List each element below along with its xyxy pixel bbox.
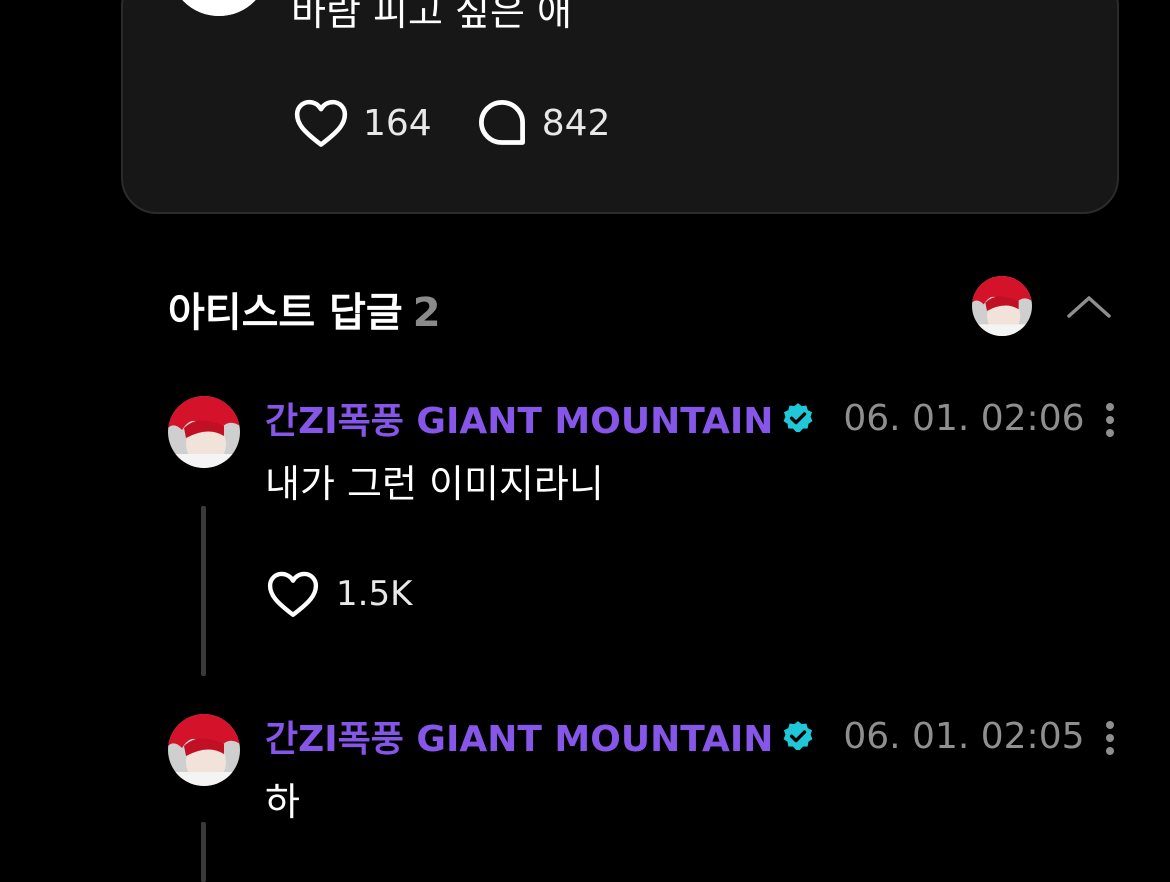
- verified-badge-icon: [781, 719, 815, 753]
- reply-like-button[interactable]: 1.5K: [266, 570, 412, 618]
- artist-replies-header: 아티스트 답글 2: [168, 276, 1118, 336]
- reply-header: 간ZI폭풍 GIANT MOUNTAIN 06. 01. 02:06: [265, 396, 1085, 443]
- post-text: 바람 피고 싶은 애: [291, 0, 572, 34]
- verified-badge-icon: [781, 401, 815, 435]
- reply-like-count: 1.5K: [336, 574, 413, 614]
- artist-avatar[interactable]: [972, 276, 1032, 336]
- post-comment-count: 842: [541, 102, 611, 144]
- artist-reply: 간ZI폭풍 GIANT MOUNTAIN 06. 01. 02:05 하: [168, 714, 1128, 854]
- reply-header: 간ZI폭풍 GIANT MOUNTAIN 06. 01. 02:05: [265, 714, 1085, 761]
- post-author-avatar[interactable]: [169, 0, 269, 16]
- reply-timestamp: 06. 01. 02:06: [843, 397, 1085, 439]
- reply-timestamp: 06. 01. 02:05: [843, 715, 1085, 757]
- reply-more-button[interactable]: [1098, 718, 1122, 758]
- post-comment-button[interactable]: 842: [476, 98, 611, 148]
- vertical-ellipsis-icon: [1106, 721, 1114, 755]
- artist-replies-count: 2: [412, 290, 441, 336]
- reply-text: 내가 그런 이미지라니: [265, 462, 604, 506]
- reply-author-name[interactable]: 간ZI폭풍 GIANT MOUNTAIN: [265, 710, 773, 762]
- reply-text: 하: [265, 780, 300, 824]
- reply-author-name[interactable]: 간ZI폭풍 GIANT MOUNTAIN: [265, 392, 773, 444]
- post-actions: 164 842: [293, 98, 610, 148]
- heart-outline-icon: [267, 571, 319, 617]
- reply-author-avatar[interactable]: [168, 714, 240, 786]
- vertical-ellipsis-icon: [1106, 403, 1114, 437]
- collapse-button[interactable]: [1064, 286, 1114, 326]
- artist-replies-label: 아티스트 답글: [168, 290, 403, 336]
- post-like-count: 164: [363, 102, 432, 144]
- chevron-up-icon: [1067, 296, 1111, 318]
- reply-author-avatar[interactable]: [168, 396, 240, 468]
- post-like-button[interactable]: 164: [293, 98, 432, 148]
- artist-replies-title: 아티스트 답글 2: [168, 280, 441, 338]
- speech-bubble-icon: [478, 100, 525, 145]
- artist-reply: 간ZI폭풍 GIANT MOUNTAIN 06. 01. 02:06 내가 그런…: [168, 396, 1128, 636]
- reply-more-button[interactable]: [1098, 400, 1122, 440]
- heart-outline-icon: [294, 99, 348, 147]
- post-card: 바람 피고 싶은 애 164 842: [121, 0, 1119, 214]
